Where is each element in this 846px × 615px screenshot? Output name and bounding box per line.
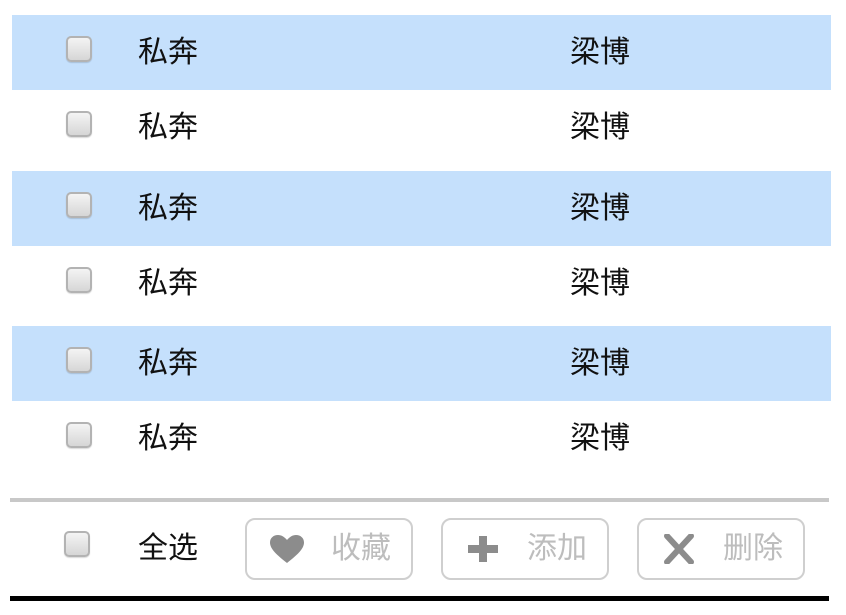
heart-icon	[270, 535, 304, 563]
song-row[interactable]: 私奔 梁博	[12, 245, 831, 326]
delete-label: 删除	[723, 531, 783, 566]
song-title: 私奔	[138, 346, 198, 381]
action-footer: 全选 收藏 添加 删除	[10, 502, 829, 596]
favorite-button[interactable]: 收藏	[245, 518, 413, 580]
song-title: 私奔	[138, 110, 198, 145]
song-checkbox[interactable]	[66, 191, 92, 218]
song-title: 私奔	[138, 421, 198, 456]
song-checkbox[interactable]	[66, 347, 92, 373]
song-row[interactable]: 私奔 梁博	[12, 170, 831, 246]
song-artist: 梁博	[570, 265, 630, 301]
add-label: 添加	[527, 531, 587, 566]
add-button[interactable]: 添加	[441, 518, 609, 580]
bottom-bar	[10, 596, 829, 601]
favorite-label: 收藏	[331, 531, 391, 566]
song-row[interactable]: 私奔 梁博	[12, 401, 831, 482]
song-artist: 梁博	[570, 110, 630, 145]
close-icon	[664, 534, 694, 564]
select-all-label: 全选	[138, 531, 198, 566]
song-row[interactable]: 私奔 梁博	[12, 326, 831, 401]
song-row[interactable]: 私奔 梁博	[12, 15, 831, 90]
plus-icon	[468, 536, 498, 562]
song-title: 私奔	[138, 35, 198, 70]
song-artist: 梁博	[570, 35, 630, 70]
song-checkbox[interactable]	[66, 111, 92, 137]
song-checkbox[interactable]	[66, 422, 92, 448]
song-artist: 梁博	[570, 346, 630, 381]
delete-button[interactable]: 删除	[637, 518, 805, 580]
song-artist: 梁博	[570, 421, 630, 456]
song-title: 私奔	[138, 190, 198, 226]
song-row[interactable]: 私奔 梁博	[12, 90, 831, 171]
song-artist: 梁博	[570, 190, 630, 226]
song-title: 私奔	[138, 265, 198, 301]
select-all-checkbox[interactable]	[64, 531, 90, 557]
song-list: 私奔 梁博 私奔 梁博 私奔 梁博 私奔 梁博 私奔 梁博 私奔 梁博	[12, 15, 831, 482]
song-checkbox[interactable]	[66, 266, 92, 293]
song-checkbox[interactable]	[66, 36, 92, 62]
